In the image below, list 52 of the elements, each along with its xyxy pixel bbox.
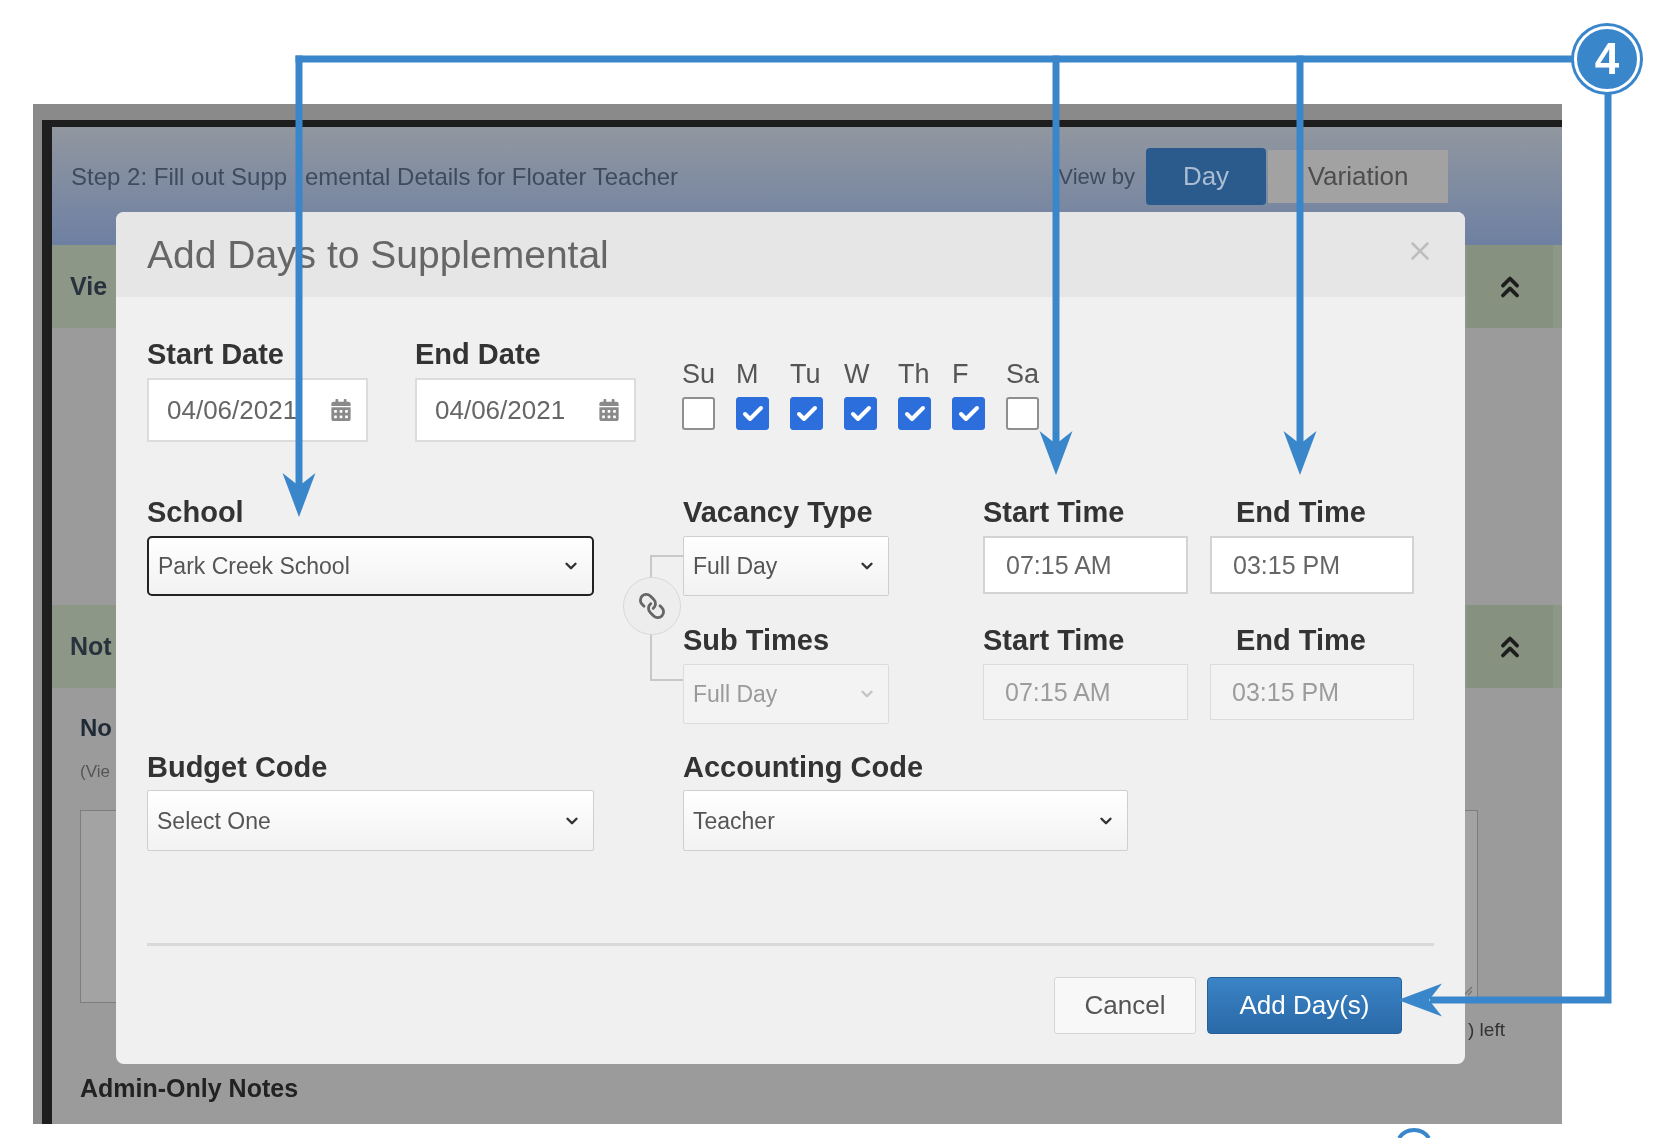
school-label: School [147, 497, 244, 527]
type-select[interactable]: Full Day [683, 536, 889, 596]
time-field[interactable]: 03:15 PM [1210, 536, 1414, 594]
accounting-code-select[interactable]: Teacher [683, 790, 1128, 851]
weekday-checkbox[interactable] [952, 397, 985, 430]
date-label: End Date [415, 339, 541, 369]
weekday-label: W [844, 359, 870, 389]
admin-notes-label: Admin-Only Notes [80, 1075, 299, 1101]
step-number-badge: 4 [1571, 23, 1643, 95]
cancel-button[interactable]: Cancel [1054, 977, 1196, 1034]
section-title: Not [70, 630, 112, 662]
type-label: Vacancy Type [683, 497, 873, 527]
weekday-label: F [952, 359, 969, 389]
time-label: Start Time [983, 497, 1125, 527]
view-by-label: View by [1058, 163, 1135, 191]
character-count: ) left [1468, 1019, 1505, 1041]
collapse-button[interactable] [1467, 245, 1553, 328]
time-label: Start Time [983, 625, 1125, 655]
weekday-label: Sa [1006, 359, 1040, 389]
weekday-checkbox[interactable] [682, 397, 715, 430]
weekday-checkbox[interactable] [736, 397, 769, 430]
date-field[interactable]: 04/06/2021 [415, 378, 636, 442]
weekday-label: Th [898, 359, 930, 389]
calendar-icon[interactable] [330, 399, 352, 421]
time-label: End Time [1236, 497, 1366, 527]
weekday-checkbox[interactable] [1006, 397, 1039, 430]
school-select[interactable]: Park Creek School [147, 536, 594, 596]
budget-code-select[interactable]: Select One [147, 790, 594, 851]
date-label: Start Date [147, 339, 284, 369]
weekday-checkbox[interactable] [790, 397, 823, 430]
notes-hint: (Vie [80, 762, 110, 782]
step-title: emental Details for Floater Teacher [305, 161, 679, 192]
weekday-checkbox[interactable] [898, 397, 931, 430]
view-toggle-tab[interactable]: Day [1146, 148, 1266, 205]
add-days-button[interactable]: Add Day(s) [1207, 977, 1402, 1034]
view-toggle-tab[interactable]: Variation [1268, 150, 1448, 203]
section-title: Vie [70, 270, 108, 302]
badge-edge-drawing [1397, 1127, 1431, 1138]
calendar-icon[interactable] [598, 399, 620, 421]
notes-label: No [80, 714, 112, 742]
chain-link-icon [638, 592, 666, 620]
weekday-label: Su [682, 359, 716, 389]
collapse-button[interactable] [1467, 605, 1553, 688]
time-label: End Time [1236, 625, 1366, 655]
weekday-checkbox[interactable] [844, 397, 877, 430]
weekday-label: Tu [790, 359, 821, 389]
type-label: Sub Times [683, 625, 830, 655]
budget-code-label: Budget Code [147, 752, 328, 782]
accounting-code-label: Accounting Code [683, 752, 924, 782]
time-field[interactable]: 07:15 AM [983, 536, 1188, 594]
weekday-label: M [736, 359, 759, 389]
step-title: Step 2: Fill out Supp [71, 161, 289, 192]
